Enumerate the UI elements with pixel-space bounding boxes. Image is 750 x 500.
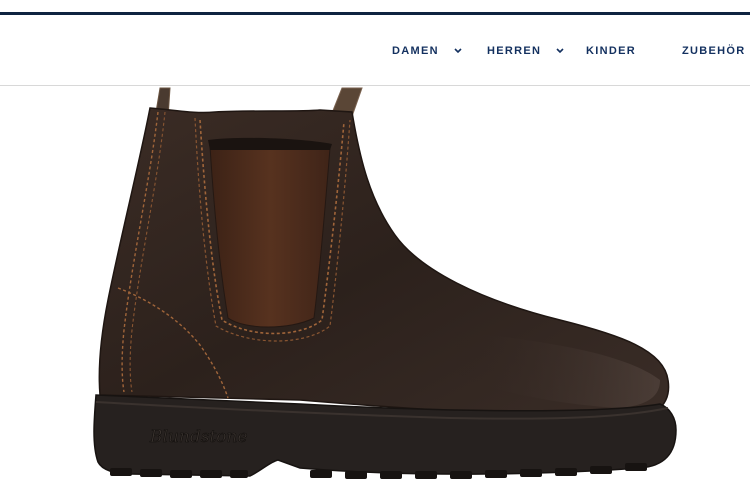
nav-item-label: HERREN xyxy=(487,45,542,57)
nav-item-kinder[interactable]: KINDER xyxy=(586,43,636,59)
boot-image: Blundstone xyxy=(93,87,677,479)
nav-item-label: KINDER xyxy=(586,45,636,57)
nav-item-label: ZUBEHÖR xyxy=(682,45,746,57)
nav-item-zubehoer[interactable]: ZUBEHÖR xyxy=(682,43,746,59)
nav-item-label: DAMEN xyxy=(392,45,439,57)
brand-emboss: Blundstone xyxy=(149,427,248,447)
product-hero: Blundstone xyxy=(0,86,750,500)
chevron-down-icon xyxy=(452,46,464,56)
nav-item-damen[interactable]: DAMEN xyxy=(392,43,464,59)
boot-elastic-panel xyxy=(209,145,331,328)
site-header: DAMEN HERREN KINDER ZUBEHÖR xyxy=(0,15,750,86)
nav-item-herren[interactable]: HERREN xyxy=(487,43,566,59)
chevron-down-icon xyxy=(554,46,566,56)
